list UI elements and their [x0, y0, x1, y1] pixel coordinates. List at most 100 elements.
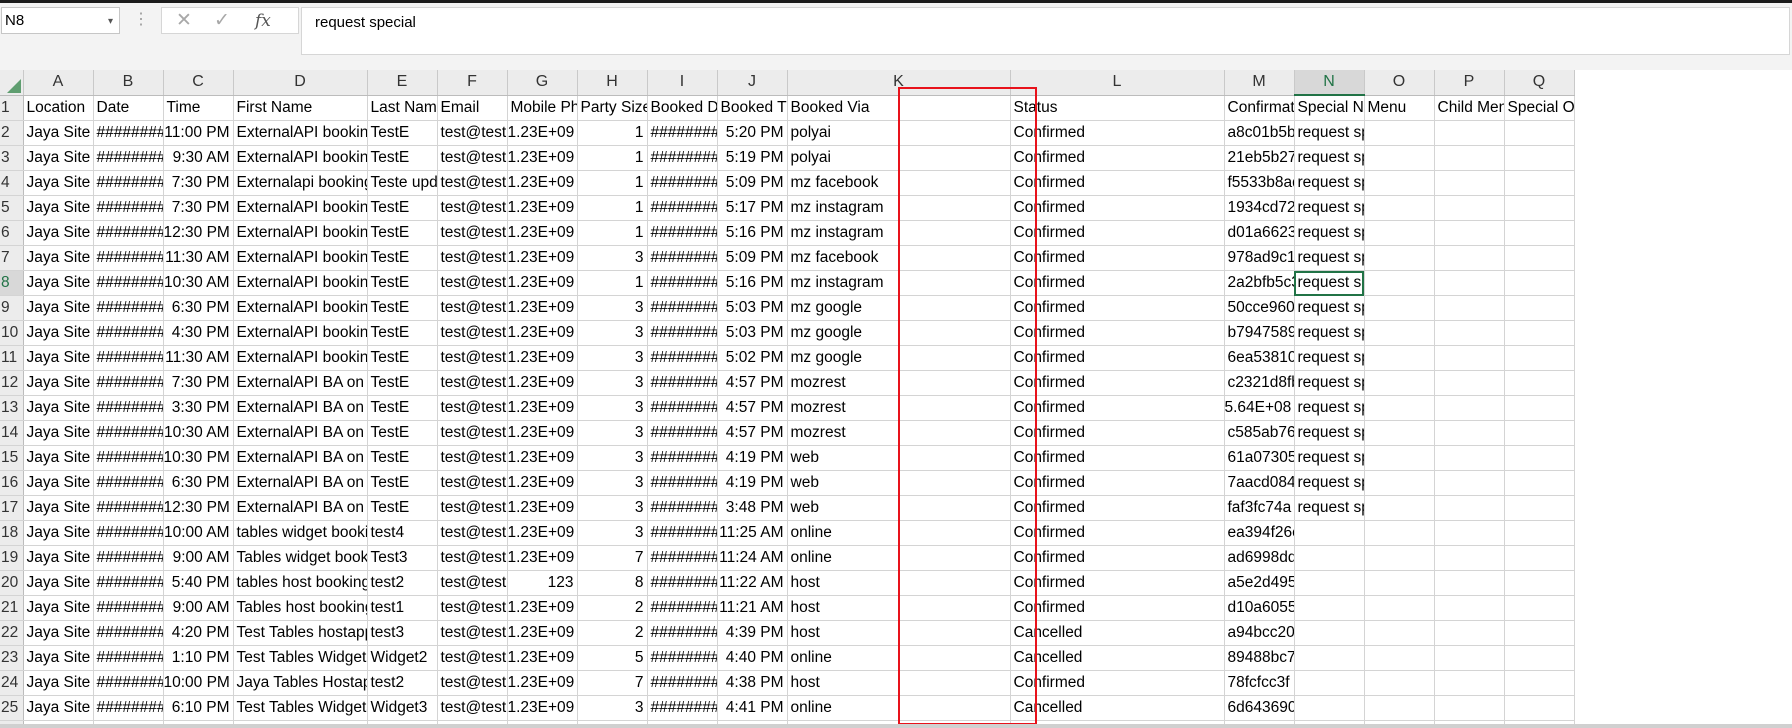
row-header[interactable]: 25 — [0, 695, 24, 721]
cell-p14[interactable] — [1434, 420, 1505, 446]
cell-k21[interactable]: host — [787, 595, 1011, 621]
cell-p23[interactable] — [1434, 645, 1505, 671]
cell-i18[interactable]: ######## — [647, 520, 718, 546]
cell-p24[interactable] — [1434, 670, 1505, 696]
cell-q11[interactable] — [1504, 345, 1575, 371]
cell-k4[interactable]: mz facebook — [787, 170, 1011, 196]
cell-n3[interactable]: request special — [1294, 145, 1365, 171]
cell-d12[interactable]: ExternalAPI BA on au — [233, 370, 368, 396]
cell-d11[interactable]: ExternalAPI booking — [233, 345, 368, 371]
cell-h15[interactable]: 3 — [577, 445, 648, 471]
cell-l14[interactable]: Confirmed — [1010, 420, 1225, 446]
cell-f18[interactable]: test@test. — [437, 520, 508, 546]
cell-b24[interactable]: ######## — [93, 670, 164, 696]
cell-o6[interactable] — [1364, 220, 1435, 246]
cell-a5[interactable]: Jaya Site — [23, 195, 94, 221]
cell-i12[interactable]: ######## — [647, 370, 718, 396]
cell-i4[interactable]: ######## — [647, 170, 718, 196]
cell-p25[interactable] — [1434, 695, 1505, 721]
cell-m10[interactable]: b79475897 — [1224, 320, 1295, 346]
cell-j5[interactable]: 5:17 PM — [717, 195, 788, 221]
column-header-p[interactable]: P — [1434, 70, 1505, 96]
cell-h3[interactable]: 1 — [577, 145, 648, 171]
cell-g5[interactable]: 1.23E+09 — [507, 195, 578, 221]
cell-i13[interactable]: ######## — [647, 395, 718, 421]
cell-l19[interactable]: Confirmed — [1010, 545, 1225, 571]
cell-d7[interactable]: ExternalAPI booking — [233, 245, 368, 271]
cell-m3[interactable]: 21eb5b27c — [1224, 145, 1295, 171]
cell-e2[interactable]: TestE — [367, 120, 438, 146]
row-header[interactable]: 15 — [0, 445, 24, 471]
cell-n18[interactable] — [1294, 520, 1365, 546]
column-header-o[interactable]: O — [1364, 70, 1435, 96]
cell-k2[interactable]: polyai — [787, 120, 1011, 146]
cell-k24[interactable]: host — [787, 670, 1011, 696]
cell-n6[interactable]: request special — [1294, 220, 1365, 246]
formula-input[interactable]: request special — [301, 7, 1790, 55]
cell-m17[interactable]: faf3fc74a — [1224, 495, 1295, 521]
cell-a10[interactable]: Jaya Site — [23, 320, 94, 346]
cell-q6[interactable] — [1504, 220, 1575, 246]
cell-h24[interactable]: 7 — [577, 670, 648, 696]
cell-g20[interactable]: 123 — [507, 570, 578, 596]
row-header[interactable]: 23 — [0, 645, 24, 671]
cell-i5[interactable]: ######## — [647, 195, 718, 221]
cell-l9[interactable]: Confirmed — [1010, 295, 1225, 321]
cell-d9[interactable]: ExternalAPI booking — [233, 295, 368, 321]
cell-c3[interactable]: 9:30 AM — [163, 145, 234, 171]
cell-l20[interactable]: Confirmed — [1010, 570, 1225, 596]
column-header-n[interactable]: N — [1294, 70, 1365, 96]
cell-i17[interactable]: ######## — [647, 495, 718, 521]
cell-k10[interactable]: mz google — [787, 320, 1011, 346]
cell-q14[interactable] — [1504, 420, 1575, 446]
cell-f20[interactable]: test@test. — [437, 570, 508, 596]
cell-p10[interactable] — [1434, 320, 1505, 346]
cell-p7[interactable] — [1434, 245, 1505, 271]
cell-p19[interactable] — [1434, 545, 1505, 571]
name-box-dropdown-icon[interactable]: ▾ — [108, 9, 113, 34]
cell-m1[interactable]: Confirmation — [1224, 95, 1295, 121]
cell-m18[interactable]: ea394f26c — [1224, 520, 1295, 546]
cell-f11[interactable]: test@test. — [437, 345, 508, 371]
insert-function-icon[interactable]: fx — [255, 10, 271, 32]
cell-k7[interactable]: mz facebook — [787, 245, 1011, 271]
cell-i24[interactable]: ######## — [647, 670, 718, 696]
cell-o22[interactable] — [1364, 620, 1435, 646]
cell-b3[interactable]: ######## — [93, 145, 164, 171]
cell-g17[interactable]: 1.23E+09 — [507, 495, 578, 521]
cell-e4[interactable]: Teste update — [367, 170, 438, 196]
cell-a19[interactable]: Jaya Site — [23, 545, 94, 571]
cell-o18[interactable] — [1364, 520, 1435, 546]
cell-c20[interactable]: 5:40 PM — [163, 570, 234, 596]
cell-m21[interactable]: d10a6055b — [1224, 595, 1295, 621]
cell-e13[interactable]: TestE — [367, 395, 438, 421]
cell-p13[interactable] — [1434, 395, 1505, 421]
cell-f5[interactable]: test@test. — [437, 195, 508, 221]
row-header[interactable]: 2 — [0, 120, 24, 146]
cell-f6[interactable]: test@test. — [437, 220, 508, 246]
column-header-b[interactable]: B — [93, 70, 164, 96]
cell-m15[interactable]: 61a073055 — [1224, 445, 1295, 471]
cell-b9[interactable]: ######## — [93, 295, 164, 321]
cell-l7[interactable]: Confirmed — [1010, 245, 1225, 271]
cell-j20[interactable]: 11:22 AM — [717, 570, 788, 596]
column-header-h[interactable]: H — [577, 70, 648, 96]
name-box[interactable]: N8 ▾ — [1, 7, 120, 34]
cell-j23[interactable]: 4:40 PM — [717, 645, 788, 671]
cell-f16[interactable]: test@test. — [437, 470, 508, 496]
cell-k17[interactable]: web — [787, 495, 1011, 521]
cell-a14[interactable]: Jaya Site — [23, 420, 94, 446]
cell-h18[interactable]: 3 — [577, 520, 648, 546]
cell-q4[interactable] — [1504, 170, 1575, 196]
cell-e3[interactable]: TestE — [367, 145, 438, 171]
cell-g9[interactable]: 1.23E+09 — [507, 295, 578, 321]
cell-k13[interactable]: mozrest — [787, 395, 1011, 421]
cell-e16[interactable]: TestE — [367, 470, 438, 496]
cell-p9[interactable] — [1434, 295, 1505, 321]
cell-m24[interactable]: 78fcfcc3f — [1224, 670, 1295, 696]
cell-o13[interactable] — [1364, 395, 1435, 421]
cell-f8[interactable]: test@test. — [437, 270, 508, 296]
cell-f15[interactable]: test@test. — [437, 445, 508, 471]
cell-g19[interactable]: 1.23E+09 — [507, 545, 578, 571]
cell-m22[interactable]: a94bcc202 — [1224, 620, 1295, 646]
